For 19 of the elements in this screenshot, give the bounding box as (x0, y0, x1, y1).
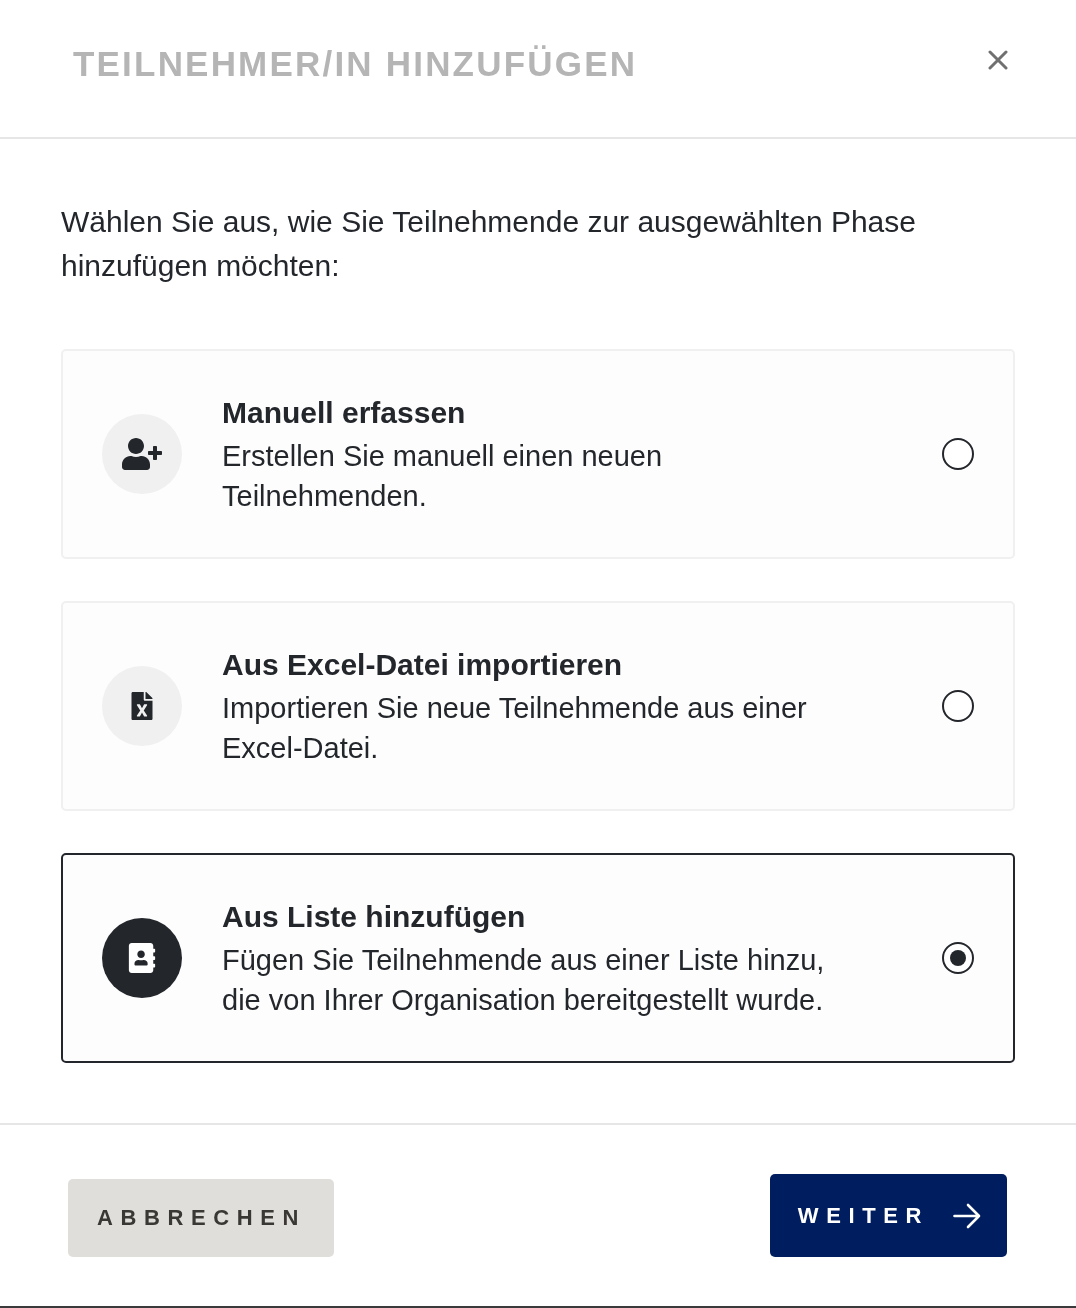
cancel-button[interactable]: ABBRECHEN (68, 1178, 334, 1257)
radio-button[interactable] (942, 690, 974, 722)
close-icon (988, 49, 1008, 70)
next-button[interactable]: WEITER (769, 1174, 1007, 1257)
radio-button[interactable] (942, 942, 974, 974)
option-card[interactable]: Aus Liste hinzufügen Fügen Sie Teilnehmende aus einer Liste hinzu, die von Ihrer Organisation bereitgestellt wurde. (61, 853, 1015, 1063)
dialog-title: TEILNEHMER/IN HINZUFÜGEN (73, 43, 638, 84)
option-card[interactable]: Manuell erfassen Erstellen Sie manuell einen neuen Teilnehmenden. (61, 349, 1015, 559)
instruction-text: Wählen Sie aus, wie Sie Teilnehmende zur ausgewählten Phase hinzufügen möchten: (61, 204, 917, 284)
option-description: Fügen Sie Teilnehmende aus einer Liste hinzu, die von Ihrer Organisation bereitgestellt wurde. (222, 942, 826, 1018)
option-title: Aus Liste hinzufügen (222, 898, 527, 935)
option-title: Manuell erfassen (222, 394, 467, 431)
option-card[interactable]: Aus Excel-Datei importieren Importieren Sie neue Teilnehmende aus einer Excel-Datei. (61, 601, 1015, 811)
arrow-right-icon (953, 1202, 981, 1229)
radio-button[interactable] (942, 438, 974, 470)
option-title: Aus Excel-Datei importieren (222, 646, 624, 683)
contact-book-icon (127, 943, 157, 973)
option-description: Erstellen Sie manuell einen neuen Teilnehmenden. (222, 438, 664, 514)
option-description: Importieren Sie neue Teilnehmende aus einer Excel-Datei. (222, 690, 808, 766)
